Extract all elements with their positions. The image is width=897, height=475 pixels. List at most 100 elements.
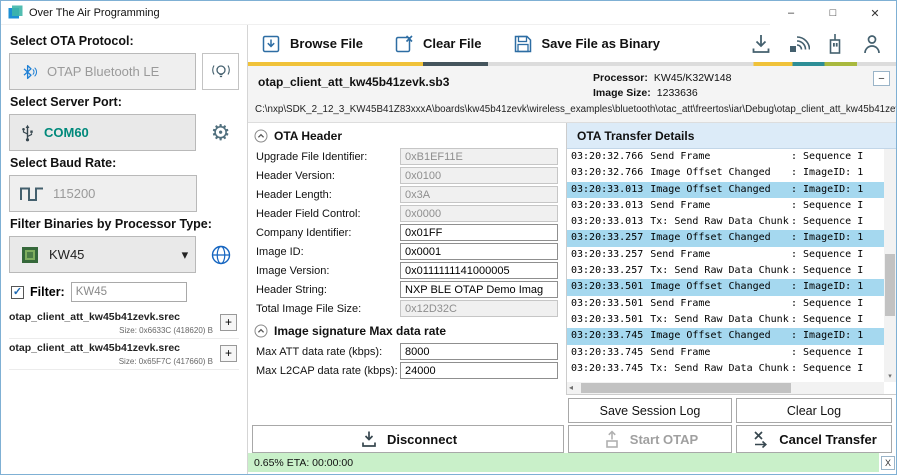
start-otap-icon bbox=[602, 429, 622, 449]
log-detail: : ImageID: 1 bbox=[791, 182, 863, 198]
form-row: Total Image File Size: bbox=[248, 299, 566, 318]
file-item[interactable]: otap_client_att_kw45b41zevk.srec Size: 0… bbox=[9, 339, 239, 370]
close-button[interactable]: ✕ bbox=[854, 1, 896, 25]
field-input[interactable] bbox=[400, 362, 558, 379]
signature-section-head[interactable]: Image signature Max data rate bbox=[248, 318, 566, 342]
log-event: Tx: Send Raw Data Chunk bbox=[650, 216, 788, 227]
rf-test-button[interactable] bbox=[786, 32, 810, 56]
usb-port-button[interactable] bbox=[823, 32, 847, 56]
log-row: 03:20:33.745Tx: Send Raw Data Chunk : Se… bbox=[567, 361, 884, 377]
file-size: Size: 0x6633C (418620) B bbox=[119, 326, 213, 335]
log-event: Image Offset Changed bbox=[650, 232, 770, 243]
flash-download-button[interactable] bbox=[749, 32, 773, 56]
field-input[interactable] bbox=[400, 148, 558, 165]
field-input[interactable] bbox=[400, 243, 558, 260]
filter-label: Filter: bbox=[30, 285, 65, 299]
filter-input[interactable] bbox=[71, 282, 187, 302]
browse-file-button[interactable]: Browse File bbox=[260, 33, 363, 55]
vertical-scrollbar-thumb[interactable] bbox=[885, 254, 895, 316]
protocol-button[interactable]: OTAP Bluetooth LE bbox=[9, 53, 196, 90]
log-detail: : Sequence I bbox=[791, 312, 863, 328]
log-detail: : ImageID: 1 bbox=[791, 279, 863, 295]
protocol-label: Select OTA Protocol: bbox=[10, 34, 239, 48]
clear-log-button[interactable]: Clear Log bbox=[736, 398, 892, 423]
log-time: 03:20:33.257 bbox=[571, 232, 643, 243]
minimize-button[interactable]: – bbox=[770, 1, 812, 25]
transfer-details-header: OTA Transfer Details bbox=[567, 123, 896, 149]
scroll-down-arrow-icon[interactable]: ▾ bbox=[884, 371, 896, 382]
ota-header-section-head[interactable]: OTA Header bbox=[248, 123, 566, 147]
com-port-button[interactable]: COM60 bbox=[9, 114, 196, 151]
add-file-button[interactable]: + bbox=[220, 345, 237, 362]
filter-checkbox[interactable]: ✓ bbox=[11, 286, 24, 299]
log-event: Send Frame bbox=[650, 347, 710, 358]
field-input[interactable] bbox=[400, 281, 558, 298]
file-item[interactable]: otap_client_att_kw45b41zevk.srec Size: 0… bbox=[9, 308, 239, 339]
add-file-button[interactable]: + bbox=[220, 314, 237, 331]
log-row: 03:20:32.766Send Frame : Sequence I bbox=[567, 149, 884, 165]
about-user-button[interactable] bbox=[860, 32, 884, 56]
collapse-fileinfo-button[interactable]: − bbox=[873, 71, 890, 86]
file-name: otap_client_att_kw45b41zevk.srec bbox=[9, 308, 239, 323]
start-otap-button[interactable]: Start OTAP bbox=[568, 425, 732, 453]
window-title: Over The Air Programming bbox=[29, 7, 160, 19]
save-session-log-button[interactable]: Save Session Log bbox=[568, 398, 732, 423]
main-area: Browse File Clear File Save File as Bina… bbox=[248, 25, 896, 474]
processor-selected-value: KW45 bbox=[49, 247, 84, 262]
field-input[interactable] bbox=[400, 300, 558, 317]
log-detail: : Sequence I bbox=[791, 214, 863, 230]
cancel-transfer-icon bbox=[751, 429, 771, 449]
clear-file-button[interactable]: Clear File bbox=[393, 33, 482, 55]
signature-title: Image signature Max data rate bbox=[274, 324, 446, 338]
vertical-scrollbar[interactable]: ▾ bbox=[884, 149, 896, 382]
disconnect-button[interactable]: Disconnect bbox=[252, 425, 564, 453]
clear-file-label: Clear File bbox=[423, 36, 482, 51]
field-label: Image Version: bbox=[256, 265, 329, 277]
log-row: 03:20:33.013Send Frame : Sequence I bbox=[567, 198, 884, 214]
save-binary-button[interactable]: Save File as Binary bbox=[512, 33, 661, 55]
log-time: 03:20:32.766 bbox=[571, 151, 643, 162]
protocol-button-label: OTAP Bluetooth LE bbox=[47, 64, 159, 79]
field-input[interactable] bbox=[400, 262, 558, 279]
log-event: Image Offset Changed bbox=[650, 330, 770, 341]
processor-dropdown[interactable]: KW45 ▾ bbox=[9, 236, 196, 273]
transfer-log[interactable]: 03:20:32.766Send Frame : Sequence I 03:2… bbox=[567, 149, 884, 382]
field-input[interactable] bbox=[400, 205, 558, 222]
browse-file-label: Browse File bbox=[290, 36, 363, 51]
log-time: 03:20:33.013 bbox=[571, 216, 643, 227]
user-info-icon bbox=[860, 32, 884, 56]
processor-filter-row: KW45 ▾ bbox=[9, 236, 239, 273]
field-label: Upgrade File Identifier: bbox=[256, 151, 367, 163]
scroll-left-arrow-icon[interactable]: ◂ bbox=[569, 382, 573, 394]
cancel-transfer-button[interactable]: Cancel Transfer bbox=[736, 425, 892, 453]
horizontal-scrollbar-thumb[interactable] bbox=[581, 383, 791, 393]
log-row: 03:20:33.257Send Frame : Sequence I bbox=[567, 247, 884, 263]
log-time: 03:20:33.501 bbox=[571, 281, 643, 292]
form-row: Max ATT data rate (kbps): bbox=[248, 342, 566, 361]
log-detail: : Sequence I bbox=[791, 263, 863, 279]
field-input[interactable] bbox=[400, 343, 558, 360]
form-row: Header Length: bbox=[248, 185, 566, 204]
field-input[interactable] bbox=[400, 167, 558, 184]
maximize-button[interactable]: □ bbox=[812, 1, 854, 25]
field-input[interactable] bbox=[400, 224, 558, 241]
server-port-label: Select Server Port: bbox=[10, 95, 239, 109]
field-label: Max L2CAP data rate (kbps): bbox=[256, 365, 398, 377]
form-row: Header Field Control: bbox=[248, 204, 566, 223]
status-close-button[interactable]: X bbox=[881, 456, 895, 470]
field-label: Header Length: bbox=[256, 189, 332, 201]
horizontal-scrollbar[interactable]: ◂ bbox=[567, 382, 884, 394]
processor-web-button[interactable] bbox=[202, 236, 239, 273]
log-row: 03:20:33.501Tx: Send Raw Data Chunk : Se… bbox=[567, 312, 884, 328]
log-detail: : ImageID: 1 bbox=[791, 230, 863, 246]
field-input[interactable] bbox=[400, 186, 558, 203]
app-window: Over The Air Programming – □ ✕ Select OT… bbox=[0, 0, 897, 475]
progress-status-text: 0.65% ETA: 00:00:00 bbox=[254, 457, 353, 469]
beacon-scan-button[interactable] bbox=[202, 53, 239, 90]
log-detail: : Sequence I bbox=[791, 361, 863, 377]
baud-rate-button[interactable]: 115200 bbox=[9, 175, 197, 212]
title-bar: Over The Air Programming – □ ✕ bbox=[1, 1, 896, 25]
port-settings-button[interactable]: ⚙ bbox=[202, 114, 239, 151]
save-binary-icon bbox=[512, 33, 534, 55]
processor-info: Processor:KW45/K32W148 bbox=[593, 72, 731, 84]
